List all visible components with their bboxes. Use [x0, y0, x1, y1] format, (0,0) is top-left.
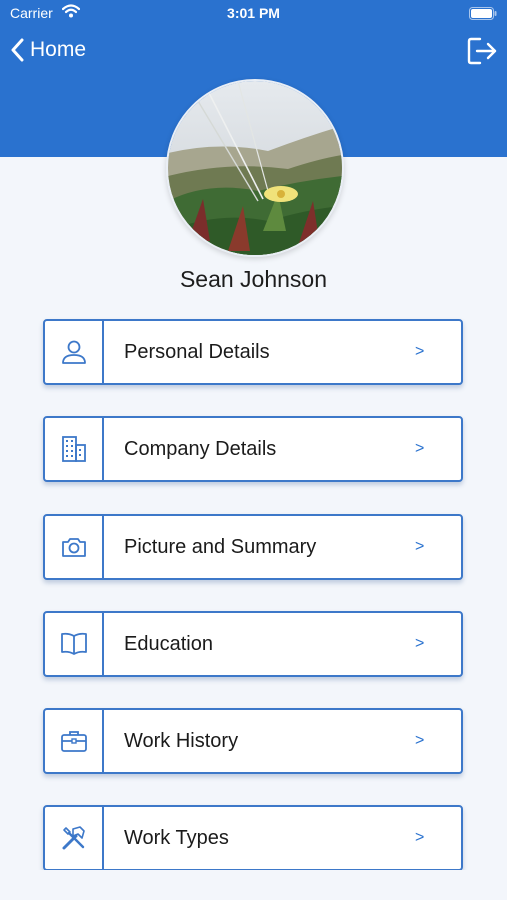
menu-item-personal-details[interactable]: Personal Details > — [43, 319, 463, 385]
back-button[interactable]: Home — [10, 38, 86, 62]
menu-item-work-types[interactable]: Work Types > — [43, 805, 463, 871]
logout-button[interactable] — [466, 36, 498, 71]
tools-icon — [62, 826, 85, 850]
profile-name: Sean Johnson — [179, 266, 328, 292]
menu-item-label: Picture and Summary — [124, 535, 317, 558]
avatar-photo — [168, 81, 342, 255]
menu-item-label: Education — [124, 632, 213, 655]
person-icon — [61, 340, 86, 364]
menu-item-picture-and-summary[interactable]: Picture and Summary > — [43, 514, 463, 580]
menu-item-label: Company Details — [124, 437, 277, 460]
menu-item-work-history[interactable]: Work History > — [43, 708, 463, 774]
menu-item-education[interactable]: Education > — [43, 611, 463, 677]
camera-icon — [61, 538, 86, 557]
briefcase-icon — [60, 731, 87, 752]
chevron-left-icon — [11, 38, 24, 62]
status-bar: Carrier 3:01 PM — [0, 0, 507, 28]
menu-item-label: Personal Details — [124, 340, 270, 363]
chevron-right-icon: > — [415, 343, 425, 360]
back-label: Home — [30, 38, 87, 61]
status-time: 3:01 PM — [227, 5, 280, 21]
avatar[interactable] — [166, 79, 344, 257]
logout-icon — [467, 37, 497, 65]
menu-item-label: Work History — [124, 729, 239, 752]
chevron-right-icon: > — [415, 538, 425, 555]
bottom-fade — [0, 870, 507, 900]
chevron-right-icon: > — [415, 732, 425, 749]
menu-item-label: Work Types — [124, 826, 229, 849]
battery-icon — [469, 7, 497, 23]
chevron-right-icon: > — [415, 440, 425, 457]
building-icon — [61, 436, 86, 462]
chevron-right-icon: > — [415, 829, 425, 846]
menu-item-company-details[interactable]: Company Details > — [43, 416, 463, 482]
book-icon — [60, 632, 87, 655]
chevron-right-icon: > — [415, 635, 425, 652]
